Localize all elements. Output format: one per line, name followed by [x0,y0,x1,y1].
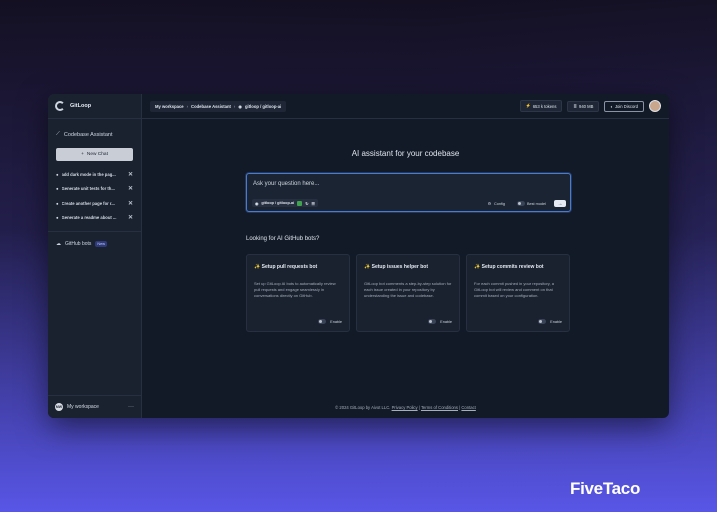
sidebar-item-label: GitHub bots [65,241,92,247]
bot-card-pull-requests: ✨ Setup pull requests bot Set up GitLoop… [246,254,350,332]
chat-bubble-icon: ● [56,186,59,192]
bots-heading: Looking for AI GitHub bots? [246,236,320,242]
page-title: AI assistant for your codebase [351,149,460,158]
config-button[interactable]: ⚙ Config [488,201,525,206]
tokens-chip[interactable]: ⚡ 653 k tokens [519,100,563,112]
sidebar-item-label: Codebase Assistant [63,131,113,138]
discord-icon: ◐ [610,103,613,109]
contact-link[interactable]: Contact [461,405,475,410]
chat-item-title: add dark mode in the pag... [61,171,116,177]
avatar[interactable] [649,100,661,112]
chat-item[interactable]: ● Generate a readme about ... ✕ [48,211,141,226]
bot-card-commits: ✨ Setup commits review bot For each comm… [466,254,570,332]
main-content: My workspace › Codebase Assistant › ◉ gi… [142,94,669,418]
enable-control: Enable [538,319,562,324]
bot-card-title: ✨ Setup issues helper bot [364,264,429,270]
chevron-right-icon: › [186,103,189,109]
bot-card-issues: ✨ Setup issues helper bot GitLoop bot co… [356,254,460,332]
refresh-icon[interactable]: ↻ [305,201,308,206]
chat-item[interactable]: ● Create another page for r... ✕ [48,196,141,211]
close-icon[interactable]: ✕ [128,214,133,221]
best-model-label: Best model [527,202,546,206]
breadcrumb: My workspace › Codebase Assistant › ◉ gi… [150,100,287,112]
check-icon [297,200,303,206]
app-name: GitLoop [70,103,92,109]
workspace-label: My workspace [67,404,99,410]
gitloop-logo-icon [55,101,65,111]
enable-label: Enable [440,319,452,324]
config-label: Config [494,201,505,206]
topbar-actions: ⚡ 653 k tokens ≣ 940 MB ◐ Join Discord [519,100,661,112]
bot-card-title: ✨ Setup commits review bot [474,264,544,270]
join-discord-label: Join Discord [614,103,638,109]
chat-bubble-icon: ● [56,200,59,206]
sidebar-header: GitLoop [48,94,141,119]
sidebar-item-codebase-assistant[interactable]: ⟋ Codebase Assistant [48,131,141,138]
new-chat-label: New Chat [86,152,108,157]
gear-icon: ⚙ [487,202,492,206]
bot-icon: ☁ [56,241,61,247]
workspace-switcher[interactable]: MW My workspace ··· [48,395,141,418]
chat-bubble-icon: ● [56,171,59,177]
chat-item-title: Generate unit tests for th... [61,186,115,192]
storage-chip[interactable]: ≣ 940 MB [567,100,600,112]
bot-card-description: Set up GitLoop AI bots to automatically … [254,281,336,299]
breadcrumb-item[interactable]: My workspace [155,104,184,109]
storage-value: 940 MB [578,103,594,109]
send-button[interactable]: → [554,200,566,207]
chat-item-title: Generate a readme about ... [61,215,117,221]
enable-label: Enable [330,319,342,324]
close-icon[interactable]: ✕ [128,200,133,207]
close-icon[interactable]: ✕ [128,171,133,178]
divider [48,231,141,232]
more-options-icon[interactable]: ··· [128,404,134,410]
question-input[interactable]: Ask your question here... ◉ gitloop / gi… [246,173,571,212]
app-window: GitLoop ⟋ Codebase Assistant + New Chat … [48,94,669,418]
repo-selector[interactable]: ◉ gitloop / gitloop-ai ↻ ☰ [252,199,318,207]
question-placeholder: Ask your question here... [253,181,320,187]
chat-item[interactable]: ● Generate unit tests for th... ✕ [48,182,141,197]
repo-label: gitloop / gitloop-ai [261,201,295,205]
copyright: © 2024 GitLoop by Aivot LLC. [335,405,391,410]
github-icon: ◉ [255,201,259,206]
chevron-right-icon: › [233,103,236,109]
enable-control: Enable [318,319,342,324]
github-icon: ◉ [238,103,242,109]
close-icon[interactable]: ✕ [128,185,133,192]
enable-toggle[interactable] [318,319,327,324]
footer: © 2024 GitLoop by Aivot LLC. Privacy Pol… [335,405,476,410]
list-icon[interactable]: ☰ [311,201,314,206]
lightning-icon: ⚡ [525,103,531,108]
join-discord-button[interactable]: ◐ Join Discord [604,100,644,112]
database-icon: ≣ [573,103,577,109]
wand-icon: ⟋ [56,131,60,137]
enable-toggle[interactable] [428,319,437,324]
bot-card-title: ✨ Setup pull requests bot [254,264,318,270]
enable-toggle[interactable] [538,319,547,324]
enable-control: Enable [428,319,452,324]
sidebar-item-github-bots[interactable]: ☁ GitHub bots New [48,241,141,247]
arrow-right-icon: → [557,200,563,207]
enable-label: Enable [550,319,562,324]
chat-item-title: Create another page for r... [61,200,115,206]
bot-card-description: For each commit pushed in your repositor… [474,281,554,299]
best-model-toggle[interactable] [517,201,525,206]
breadcrumb-item[interactable]: Codebase Assistant [191,104,231,109]
new-badge: New [95,241,108,247]
brand-logo: FiveTaco [570,479,641,498]
terms-link[interactable]: Terms of Conditions [421,405,458,410]
privacy-link[interactable]: Privacy Policy [392,405,418,410]
tokens-value: 653 k tokens [532,103,557,109]
chat-item[interactable]: ● add dark mode in the pag... ✕ [48,167,141,182]
breadcrumb-item[interactable]: gitloop / gitloop-ai [245,104,281,109]
sidebar: GitLoop ⟋ Codebase Assistant + New Chat … [48,94,142,418]
workspace-avatar: MW [55,403,63,411]
chat-list: ● add dark mode in the pag... ✕ ● Genera… [48,167,141,225]
bot-card-description: GitLoop bot comments a step-by-step solu… [364,281,452,299]
topbar: My workspace › Codebase Assistant › ◉ gi… [142,94,669,119]
new-chat-button[interactable]: + New Chat [56,148,133,161]
plus-icon: + [81,152,84,157]
chat-bubble-icon: ● [56,215,59,221]
